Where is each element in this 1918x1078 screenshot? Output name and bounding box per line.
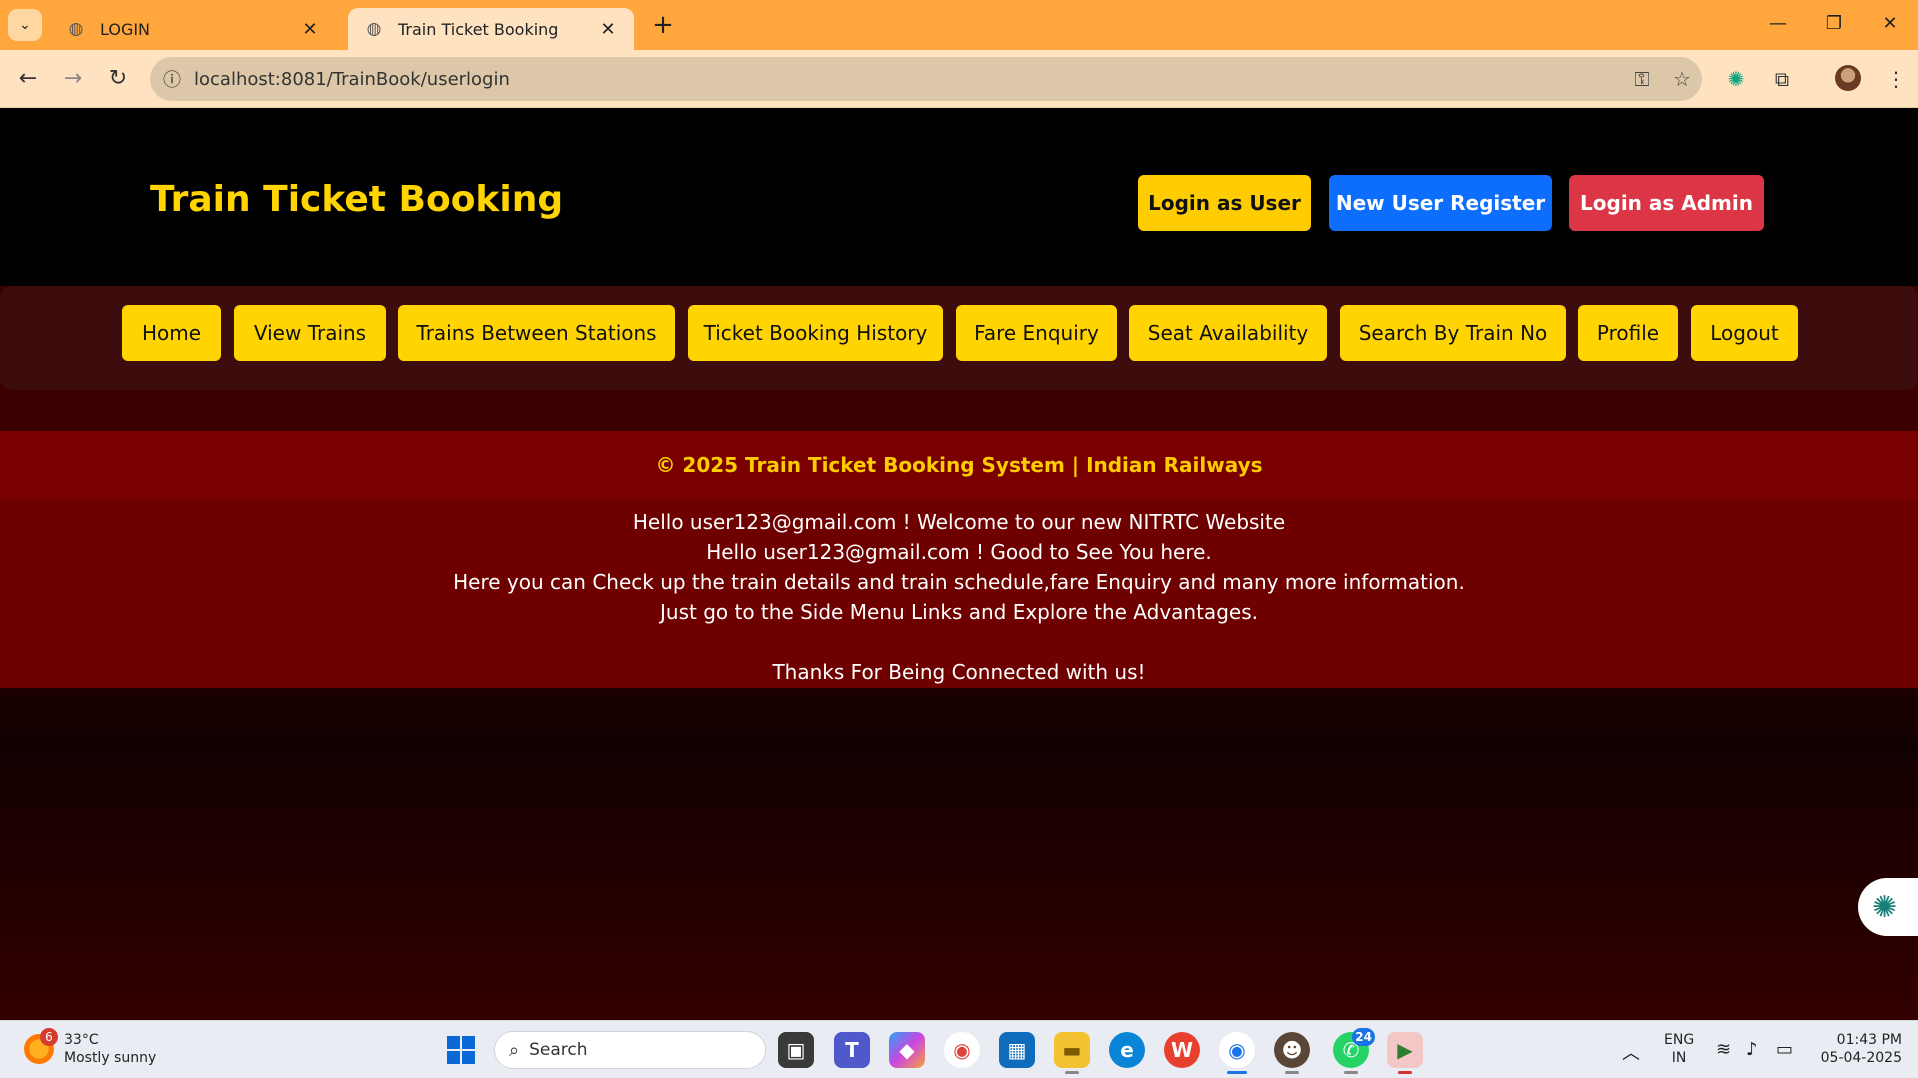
weather-desc: Mostly sunny (64, 1050, 157, 1066)
file-explorer-icon[interactable]: ▬ (1054, 1032, 1090, 1074)
welcome-line: Just go to the Side Menu Links and Explo… (660, 600, 1258, 624)
whatsapp-icon[interactable]: ✆ 24 (1333, 1028, 1375, 1074)
menu-seat-availability[interactable]: Seat Availability (1129, 305, 1327, 361)
reload-icon[interactable]: ↻ (102, 63, 134, 95)
wifi-icon[interactable]: ≋ (1716, 1039, 1731, 1060)
copilot-icon[interactable]: ◆ (889, 1032, 925, 1068)
key-icon[interactable]: ⚿ (1622, 67, 1662, 91)
clock[interactable]: 01:43 PM 05-04-2025 (1812, 1031, 1902, 1067)
chrome-profile-icon[interactable]: ◉ (1219, 1032, 1255, 1074)
site-header: Train Ticket Booking Login as User New U… (0, 109, 1918, 286)
site-brand[interactable]: Train Ticket Booking (150, 179, 563, 220)
chevron-down-icon: ⌄ (19, 17, 31, 33)
tab-login[interactable]: ◍ LOGIN ✕ (50, 8, 336, 50)
lang-code: ENG (1664, 1032, 1695, 1048)
tab-title: LOGIN (100, 19, 151, 39)
tab-train-ticket-booking[interactable]: ◍ Train Ticket Booking ✕ (348, 8, 634, 50)
menu-logout[interactable]: Logout (1691, 305, 1798, 361)
whatsapp-badge: 24 (1352, 1028, 1375, 1046)
game-app-icon[interactable]: ☻ (1274, 1032, 1310, 1074)
close-window-button[interactable]: ✕ (1862, 6, 1918, 42)
extensions-icon[interactable]: ⧉ (1766, 63, 1798, 95)
store-icon[interactable]: ▦ (999, 1032, 1035, 1068)
language-indicator[interactable]: ENG IN (1664, 1031, 1694, 1067)
url-text: localhost:8081/TrainBook/userlogin (194, 68, 510, 90)
welcome-line: Hello user123@gmail.com ! Welcome to our… (632, 510, 1286, 534)
taskbar: 6 33°C Mostly sunny ⌕ Search ▣ T ◆ ◉ ▦ ▬… (0, 1020, 1918, 1078)
new-tab-button[interactable]: + (648, 10, 678, 40)
sun-icon: 6 (24, 1028, 58, 1064)
profile-avatar[interactable] (1835, 65, 1861, 91)
start-button[interactable] (447, 1036, 475, 1064)
battery-icon[interactable]: ▭ (1776, 1039, 1793, 1060)
page-content: Train Ticket Booking Login as User New U… (0, 109, 1918, 1020)
chatgpt-extension-icon[interactable]: ✺ (1720, 63, 1752, 95)
close-icon[interactable]: ✕ (300, 19, 320, 40)
weather-temp: 33°C (64, 1032, 99, 1048)
main-menu: Home View Trains Trains Between Stations… (0, 286, 1918, 390)
forward-icon[interactable]: → (57, 63, 89, 95)
menu-trains-between-stations[interactable]: Trains Between Stations (398, 305, 675, 361)
address-bar[interactable]: ⓘ localhost:8081/TrainBook/userlogin ⚿ ☆ (150, 57, 1702, 101)
login-as-admin-button[interactable]: Login as Admin (1569, 175, 1764, 231)
menu-profile[interactable]: Profile (1578, 305, 1678, 361)
task-view-icon[interactable]: ▣ (778, 1032, 814, 1068)
volume-icon[interactable]: ♪ (1746, 1039, 1758, 1060)
restore-button[interactable]: ❐ (1806, 6, 1862, 42)
welcome-line: Hello user123@gmail.com ! Good to See Yo… (706, 540, 1212, 564)
chevron-up-icon[interactable]: ︿ (1622, 1039, 1640, 1065)
close-icon[interactable]: ✕ (598, 19, 618, 40)
back-icon[interactable]: ← (12, 63, 44, 95)
menu-dots-icon[interactable]: ⋮ (1880, 63, 1912, 95)
globe-icon: ◍ (68, 19, 84, 39)
media-app-icon[interactable]: ▶ (1387, 1032, 1423, 1074)
search-placeholder: Search (529, 1040, 588, 1060)
footer-copyright: © 2025 Train Ticket Booking System | Ind… (0, 431, 1918, 499)
menu-fare-enquiry[interactable]: Fare Enquiry (956, 305, 1117, 361)
teams-icon[interactable]: T (834, 1032, 870, 1068)
chrome-icon[interactable]: ◉ (944, 1032, 980, 1068)
menu-view-trains[interactable]: View Trains (234, 305, 386, 361)
welcome-line: Here you can Check up the train details … (453, 570, 1465, 594)
weather-badge: 6 (40, 1028, 58, 1046)
welcome-message: Hello user123@gmail.com ! Welcome to our… (0, 499, 1918, 688)
tab-title: Train Ticket Booking (398, 19, 559, 39)
edge-icon[interactable]: e (1109, 1032, 1145, 1068)
login-as-user-button[interactable]: Login as User (1138, 175, 1311, 231)
site-info-icon[interactable]: ⓘ (150, 66, 194, 92)
tab-search-menu-button[interactable]: ⌄ (8, 9, 42, 41)
star-icon[interactable]: ☆ (1662, 67, 1702, 91)
thanks-line: Thanks For Being Connected with us! (772, 660, 1146, 684)
weather-widget[interactable]: 6 33°C Mostly sunny (24, 1028, 157, 1067)
browser-tab-bar: ⌄ ◍ LOGIN ✕ ◍ Train Ticket Booking ✕ + —… (0, 0, 1918, 50)
new-user-register-button[interactable]: New User Register (1329, 175, 1552, 231)
menu-ticket-booking-history[interactable]: Ticket Booking History (688, 305, 943, 361)
wps-office-icon[interactable]: W (1164, 1032, 1200, 1068)
menu-home[interactable]: Home (122, 305, 221, 361)
chatgpt-assistant-icon[interactable]: ✺ (1858, 878, 1918, 936)
taskbar-search[interactable]: ⌕ Search (494, 1031, 766, 1069)
search-icon: ⌕ (509, 1039, 520, 1061)
region-code: IN (1671, 1050, 1687, 1066)
clock-time: 01:43 PM (1836, 1032, 1902, 1048)
clock-date: 05-04-2025 (1820, 1050, 1902, 1066)
browser-toolbar: ← → ↻ ⓘ localhost:8081/TrainBook/userlog… (0, 50, 1918, 108)
menu-search-by-train-no[interactable]: Search By Train No (1340, 305, 1566, 361)
minimize-button[interactable]: — (1750, 6, 1806, 42)
globe-icon: ◍ (366, 19, 382, 39)
